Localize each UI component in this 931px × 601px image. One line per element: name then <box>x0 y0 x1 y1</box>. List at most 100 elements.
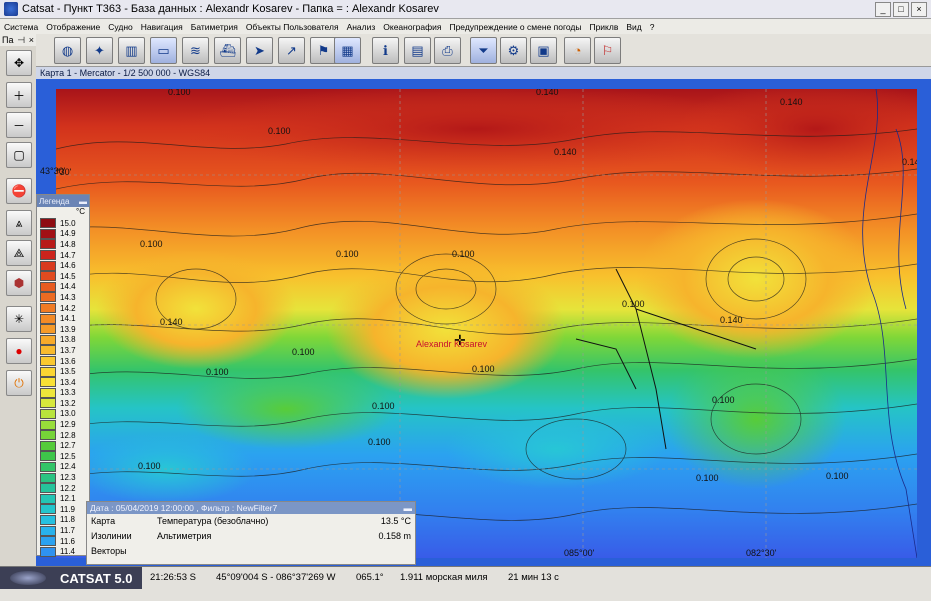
legend-row: 13.6 <box>37 356 89 367</box>
legend-value: 13.8 <box>60 335 76 345</box>
menu-oceanography[interactable]: Океанография <box>379 22 445 32</box>
menu-display[interactable]: Отображение <box>42 22 104 32</box>
catsat-logo-icon <box>10 571 46 585</box>
zoom-window-icon[interactable]: ▢ <box>6 142 32 168</box>
satellite-icon[interactable]: ✦ <box>86 37 113 64</box>
route-icon[interactable]: ≋ <box>182 37 209 64</box>
legend-value: 12.7 <box>60 441 76 451</box>
monitor-icon[interactable]: ▭ <box>150 37 177 64</box>
contour-label: 0.100 <box>292 347 315 357</box>
legend-row: 14.8 <box>37 239 89 250</box>
legend-swatch <box>40 493 56 504</box>
zoom-in-icon[interactable]: ＋ <box>6 82 32 108</box>
legend-swatch <box>40 250 56 261</box>
satellite-tool-icon[interactable]: ✳ <box>6 306 32 332</box>
tablet-icon[interactable]: ▤ <box>404 37 431 64</box>
legend-swatch <box>40 228 56 239</box>
wheel-icon[interactable]: ⚙ <box>500 37 527 64</box>
flag-marker-icon[interactable]: ⚐ <box>594 37 621 64</box>
contour-label: 0.100 <box>140 239 163 249</box>
legend-value: 12.2 <box>60 483 76 493</box>
legend-swatch <box>40 536 56 547</box>
menu-tide[interactable]: Приклв <box>585 22 622 32</box>
logo-text: CATSAT 5.0 <box>60 570 133 586</box>
legend-swatch <box>40 440 56 451</box>
legend-value: 14.7 <box>60 250 76 260</box>
vessel-label: Alexandr Kosarev <box>416 339 488 349</box>
arrow-ship-icon[interactable]: ➤ <box>246 37 273 64</box>
flag-icon[interactable]: ⚑ <box>310 37 337 64</box>
menu-analysis[interactable]: Анализ <box>343 22 380 32</box>
status-distance: 1.911 морская миля <box>400 572 488 583</box>
legend-row: 13.5 <box>37 366 89 377</box>
main-toolbar: ◍ ✦ ▥ ▭ ≋ ⛴ ➤ ↗ ⚑ ▦ ℹ ▤ ⎙ ⏷ ⚙ ▣ ◔ ⚐ <box>36 34 931 67</box>
legend-swatch <box>40 324 56 335</box>
contour-label: 0.140 <box>902 157 917 167</box>
filter-icon[interactable]: ⏷ <box>470 37 497 64</box>
minimize-icon[interactable]: ▬ <box>404 503 413 513</box>
divider-icon[interactable]: ⟁ <box>6 240 32 266</box>
maximize-button[interactable]: □ <box>893 2 909 17</box>
legend-row: 13.8 <box>37 334 89 346</box>
contour-label: 0.100 <box>168 89 191 97</box>
close-icon[interactable]: × <box>29 35 34 45</box>
close-button[interactable]: × <box>911 2 927 17</box>
info-icon[interactable]: ℹ <box>372 37 399 64</box>
legend-value: 11.9 <box>60 504 75 514</box>
compass-icon[interactable]: ⩓ <box>6 210 32 236</box>
menu-bathymetry[interactable]: Батиметрия <box>187 22 242 32</box>
contour-label: 0.100 <box>826 471 849 481</box>
pin-icon[interactable]: ⊣ <box>17 35 25 46</box>
pan-icon[interactable]: ✥ <box>6 50 32 76</box>
legend-swatch <box>40 345 56 356</box>
legend-row: 12.8 <box>37 430 89 441</box>
legend-row: 15.0 <box>37 218 89 229</box>
legend-row: 12.5 <box>37 451 89 462</box>
measure-icon[interactable]: ↗ <box>278 37 305 64</box>
legend-value: 14.1 <box>60 314 76 324</box>
layers-icon[interactable]: ▥ <box>118 37 145 64</box>
chart-tool-icon[interactable]: ⬢ <box>6 270 32 296</box>
power-icon[interactable]: ⏻ <box>6 370 32 396</box>
legend-swatch <box>40 292 56 303</box>
menu-help[interactable]: ? <box>646 22 659 32</box>
pie-chart-icon[interactable]: ◔ <box>564 37 591 64</box>
minimize-button[interactable]: _ <box>875 2 891 17</box>
ship-icon[interactable]: ⛴ <box>214 37 241 64</box>
legend-swatch <box>40 472 56 483</box>
legend-row: 12.4 <box>37 461 89 473</box>
map-canvas[interactable]: 0.100 0.100 0.140 0.140 0.140 0.140 0.10… <box>56 89 917 558</box>
legend-swatch <box>40 546 56 557</box>
legend-value: 13.2 <box>60 398 76 408</box>
menu-vessel[interactable]: Судно <box>104 22 137 32</box>
legend-row: 13.2 <box>37 398 89 409</box>
legend-title: Легенда <box>39 196 70 206</box>
legend-value: 13.0 <box>60 409 76 419</box>
legend-row: 13.7 <box>37 345 89 356</box>
grid-icon[interactable]: ▦ <box>334 37 361 64</box>
minimize-icon[interactable]: ▬ <box>79 197 87 206</box>
stop-icon[interactable]: ⛔ <box>6 178 32 204</box>
legend-row: 14.3 <box>37 292 89 303</box>
zoom-out-icon[interactable]: － <box>6 112 32 138</box>
contour-label: 0.100 <box>138 461 161 471</box>
menu-user-objects[interactable]: Объекты Пользователя <box>242 22 343 32</box>
globe-icon[interactable]: ◍ <box>54 37 81 64</box>
menu-weather-warning[interactable]: Предупреждение о смене погоды <box>445 22 585 32</box>
film-icon[interactable]: ▣ <box>530 37 557 64</box>
menu-view[interactable]: Вид <box>622 22 645 32</box>
contour-label: 0.100 <box>372 401 395 411</box>
menu-system[interactable]: Система <box>0 22 42 32</box>
legend-swatch <box>40 419 56 430</box>
legend-value: 12.1 <box>60 494 76 504</box>
legend-swatch <box>40 408 56 419</box>
menu-navigation[interactable]: Навигация <box>137 22 187 32</box>
left-panel-title: Па <box>2 35 14 45</box>
legend-row: 12.1 <box>37 493 89 504</box>
contour-label: 0.100 <box>452 249 475 259</box>
contour-label: 0.100 <box>368 437 391 447</box>
legend-value: 13.7 <box>60 345 76 355</box>
legend-panel: Легенда ▬ °C 15.0 14.9 14.8 14.7 14.6 14.5 14.… <box>36 194 90 557</box>
record-icon[interactable]: ● <box>6 338 32 364</box>
printer-icon[interactable]: ⎙ <box>434 37 461 64</box>
